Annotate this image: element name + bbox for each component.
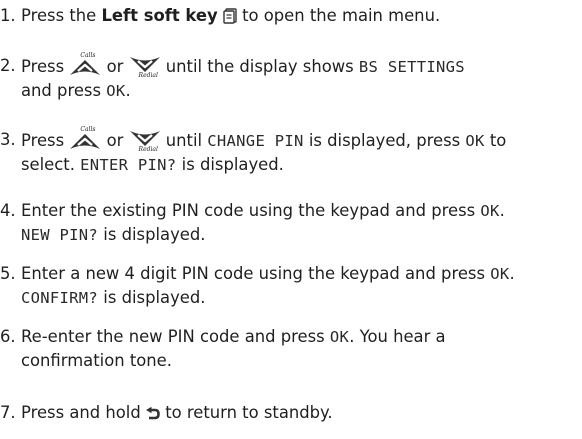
display-text: BS SETTINGS <box>358 58 465 76</box>
redial-key-label: Redial <box>138 72 158 79</box>
step-text-part: is displayed, press <box>303 131 466 150</box>
back-arrow-icon <box>145 403 160 422</box>
display-text: OK <box>480 202 500 220</box>
left-soft-key-label: Left soft key <box>101 6 218 25</box>
step-number: 3. <box>0 130 16 149</box>
step-line-2: NEW PIN? is displayed. <box>21 223 582 247</box>
step-text-part: to open the main menu. <box>236 6 441 25</box>
redial-down-key-icon: Redial <box>129 128 161 153</box>
step-text-part: and press <box>21 81 107 100</box>
menu-book-icon <box>223 6 237 25</box>
step-text: Press and hold to return to standby. <box>21 401 582 425</box>
display-text: CHANGE PIN <box>207 132 304 150</box>
step-text-part: Press and hold <box>21 403 146 422</box>
step-text-part: . <box>499 201 505 220</box>
display-text: ENTER PIN? <box>80 156 177 174</box>
step-text: Press Calls or Redial until CHANGE PIN i… <box>21 126 582 177</box>
redial-key-label: Redial <box>138 146 158 153</box>
step-number: 6. <box>0 327 16 346</box>
step-line-2: select. ENTER PIN? is displayed. <box>21 153 582 177</box>
step-text-part: is displayed. <box>98 288 206 307</box>
step-text: Enter the existing PIN code using the ke… <box>21 199 582 247</box>
step-text-part: or <box>101 57 129 76</box>
step-number: 2. <box>0 56 16 75</box>
display-text: OK <box>106 82 126 100</box>
step-line-2: and press OK. <box>21 79 582 103</box>
step-text-part: . You hear a <box>349 327 446 346</box>
step-number: 5. <box>0 264 16 283</box>
step-line-2: CONFIRM? is displayed. <box>21 286 582 310</box>
step-text-part: is displayed. <box>98 225 206 244</box>
step-text-part: to <box>484 131 507 150</box>
calls-key-label: Calls <box>80 126 96 133</box>
step-text: Press the Left soft key to open the main… <box>21 4 582 28</box>
step-text: Re-enter the new PIN code and press OK. … <box>21 325 582 373</box>
step-text: Enter a new 4 digit PIN code using the k… <box>21 262 582 310</box>
step-number: 1. <box>0 6 16 25</box>
calls-up-key-icon: Calls <box>69 126 101 152</box>
step-text-part: until <box>160 131 208 150</box>
step-line-2: confirmation tone. <box>21 351 172 370</box>
step-number: 7. <box>0 403 16 422</box>
display-text: OK <box>490 265 510 283</box>
display-text: CONFIRM? <box>21 289 99 307</box>
step-text-part: until the display shows <box>160 57 359 76</box>
step-text: Press Calls or Redial until the display … <box>21 52 582 103</box>
calls-key-label: Calls <box>80 52 96 59</box>
step-text-part: Press the <box>21 6 102 25</box>
step-text-part: to return to standby. <box>159 403 333 422</box>
calls-up-key-icon: Calls <box>69 52 101 78</box>
step-text-part: is displayed. <box>176 155 284 174</box>
display-text: OK <box>465 132 485 150</box>
step-text-part: Enter a new 4 digit PIN code using the k… <box>21 264 491 283</box>
redial-down-key-icon: Redial <box>129 54 161 79</box>
step-text-part: Press <box>21 131 70 150</box>
step-text-part: . <box>125 81 131 100</box>
step-text-part: Enter the existing PIN code using the ke… <box>21 201 481 220</box>
step-number: 4. <box>0 201 16 220</box>
step-text-part: . <box>509 264 515 283</box>
step-text-part: or <box>101 131 129 150</box>
step-text-part: select. <box>21 155 81 174</box>
step-text-part: Re-enter the new PIN code and press <box>21 327 330 346</box>
display-text: OK <box>329 328 350 346</box>
step-text-part: Press <box>21 57 70 76</box>
instruction-page: 1. Press the Left soft key to open the m… <box>0 0 582 439</box>
display-text: NEW PIN? <box>21 226 99 244</box>
